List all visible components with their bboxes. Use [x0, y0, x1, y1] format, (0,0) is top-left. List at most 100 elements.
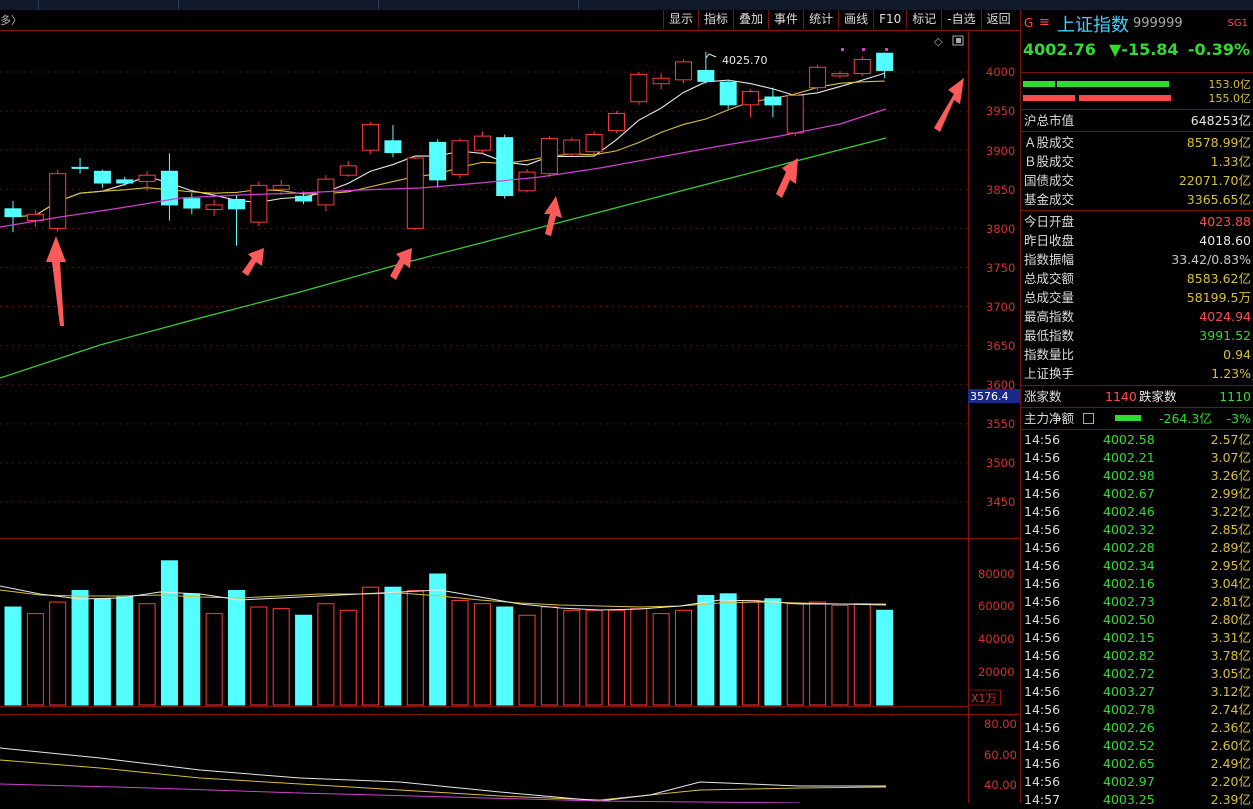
tick-price: 4003.27 — [1103, 684, 1155, 699]
tick-time: 14:56 — [1024, 576, 1061, 591]
tick-row[interactable]: 14:56 4002.78 2.74亿 — [1021, 701, 1253, 719]
kline-chart-area[interactable]: 4000 3950 3900 3850 3800 3750 3700 3650 … — [0, 30, 1020, 803]
candle-body — [585, 134, 603, 153]
tick-row[interactable]: 14:56 4002.98 3.26亿 — [1021, 467, 1253, 485]
candle-body — [116, 179, 134, 184]
price-tick: 3500 — [986, 456, 1015, 470]
tick-row[interactable]: 14:56 4002.28 2.89亿 — [1021, 539, 1253, 557]
toolbar-stats-button[interactable]: 统计 — [803, 10, 838, 29]
breadcrumb[interactable]: 多〉 — [0, 12, 22, 28]
stat-label: 今日开盘 — [1024, 214, 1075, 229]
toolbar-f10-button[interactable]: F10 — [873, 10, 906, 29]
tick-time: 14:56 — [1024, 450, 1061, 465]
kline-chart-svg[interactable]: 4000 3950 3900 3850 3800 3750 3700 3650 … — [0, 30, 1020, 803]
tick-row[interactable]: 14:56 4003.27 3.12亿 — [1021, 683, 1253, 701]
signal-badge[interactable]: SG1 — [1228, 18, 1248, 29]
indicator-line-yellow — [0, 759, 887, 801]
price-row: 4002.76 ▼-15.84 -0.39% — [1021, 40, 1253, 62]
tick-time: 14:56 — [1024, 504, 1061, 519]
tick-row[interactable]: 14:56 4002.46 3.22亿 — [1021, 503, 1253, 521]
toolbar-display-button[interactable]: 显示 — [663, 10, 698, 29]
tick-row[interactable]: 14:57 4003.25 2.39亿 — [1021, 791, 1253, 809]
tick-row[interactable]: 14:56 4002.58 2.57亿 — [1021, 431, 1253, 449]
price-tick: 3850 — [986, 183, 1015, 197]
tick-row[interactable]: 14:56 4002.67 2.99亿 — [1021, 485, 1253, 503]
candle-body — [272, 184, 290, 190]
price-tick: 3450 — [986, 495, 1015, 509]
toolbar-watchlist-button[interactable]: -自选 — [941, 10, 980, 29]
tick-row[interactable]: 14:56 4002.34 2.95亿 — [1021, 557, 1253, 575]
sell-volume-value: 155.0亿 — [1208, 92, 1252, 105]
tick-row[interactable]: 14:56 4002.32 2.85亿 — [1021, 521, 1253, 539]
peak-marker — [705, 53, 717, 59]
indicator-tick: 60.00 — [984, 748, 1017, 762]
stat-row: 昨日收盘 4018.60 — [1021, 231, 1253, 250]
tick-time: 14:56 — [1024, 612, 1061, 627]
candle-body — [496, 137, 514, 197]
volume-bar — [93, 598, 111, 706]
candle-body — [540, 137, 558, 175]
tick-price: 4002.67 — [1103, 486, 1155, 501]
tick-price: 4002.32 — [1103, 522, 1155, 537]
candle-body — [451, 140, 469, 175]
stat-row: 总成交额 8583.62亿 — [1021, 269, 1253, 288]
tick-price: 4002.65 — [1103, 756, 1155, 771]
tick-time: 14:56 — [1024, 774, 1061, 789]
stat-row: 上证换手 1.23% — [1021, 364, 1253, 383]
tick-row[interactable]: 14:56 4002.97 2.20亿 — [1021, 773, 1253, 791]
advance-decline-row: 涨家数 1140 跌家数 1110 — [1024, 389, 1251, 404]
tick-amount: 3.78亿 — [1210, 648, 1251, 663]
volume-tick: 40000 — [978, 632, 1015, 646]
tick-amount: 3.07亿 — [1210, 450, 1251, 465]
toolbar-indicator-button[interactable]: 指标 — [698, 10, 733, 29]
candle-body — [742, 91, 760, 106]
price-axis: 4000 3950 3900 3850 3800 3750 3700 3650 … — [968, 65, 1020, 509]
buy-bar-segment — [1023, 81, 1055, 87]
volume-bar — [809, 601, 827, 706]
tick-price: 4002.98 — [1103, 468, 1155, 483]
flow-detail-icon[interactable] — [1083, 413, 1094, 424]
toolbar-back-button[interactable]: 返回 — [980, 10, 1016, 29]
volume-bar — [4, 606, 22, 706]
tick-time: 14:56 — [1024, 648, 1061, 663]
toolbar-draw-button[interactable]: 画线 — [838, 10, 873, 29]
volume-bar — [764, 598, 782, 706]
toolbar-overlay-button[interactable]: 叠加 — [733, 10, 768, 29]
candle-body — [384, 140, 402, 154]
volume-bar — [496, 606, 514, 706]
tick-row[interactable]: 14:56 4002.65 2.49亿 — [1021, 755, 1253, 773]
tick-row[interactable]: 14:56 4002.50 2.80亿 — [1021, 611, 1253, 629]
candle-body — [429, 141, 447, 181]
candle-body — [339, 165, 357, 176]
candle-body — [295, 195, 313, 202]
toolbar-mark-button[interactable]: 标记 — [906, 10, 941, 29]
volume-bar — [585, 609, 603, 706]
tick-row[interactable]: 14:56 4002.16 3.04亿 — [1021, 575, 1253, 593]
tick-row[interactable]: 14:56 4002.72 3.05亿 — [1021, 665, 1253, 683]
volume-tick: 20000 — [978, 665, 1015, 679]
tick-row[interactable]: 14:56 4002.82 3.78亿 — [1021, 647, 1253, 665]
tick-row[interactable]: 14:56 4002.21 3.07亿 — [1021, 449, 1253, 467]
tick-row[interactable]: 14:56 4002.52 2.60亿 — [1021, 737, 1253, 755]
menu-icon[interactable]: ≡ — [1039, 15, 1050, 30]
tick-row[interactable]: 14:56 4002.26 2.36亿 — [1021, 719, 1253, 737]
candle-body — [652, 77, 670, 85]
candle-body — [831, 73, 849, 77]
current-value-label: 3576.4 — [970, 390, 1009, 403]
tick-row[interactable]: 14:56 4002.73 2.81亿 — [1021, 593, 1253, 611]
stat-value: 0.94 — [1223, 347, 1251, 362]
sell-bar-segment — [1023, 95, 1075, 101]
candle-body — [49, 173, 67, 229]
price-tick: 3800 — [986, 222, 1015, 236]
stat-row: Ｂ股成交 1.33亿 — [1024, 154, 1251, 169]
toolbar-event-button[interactable]: 事件 — [768, 10, 803, 29]
diamond-icon[interactable]: ◇ — [934, 35, 943, 48]
candle-body — [876, 52, 894, 71]
tick-price: 4002.50 — [1103, 612, 1155, 627]
stat-row: 基金成交 3365.65亿 — [1024, 192, 1251, 207]
volume-bar — [652, 613, 670, 706]
tick-amount: 2.95亿 — [1210, 558, 1251, 573]
quote-header: G ≡ 上证指数 999999 SG1 — [1021, 10, 1253, 38]
candle-body — [473, 135, 491, 151]
tick-row[interactable]: 14:56 4002.15 3.31亿 — [1021, 629, 1253, 647]
